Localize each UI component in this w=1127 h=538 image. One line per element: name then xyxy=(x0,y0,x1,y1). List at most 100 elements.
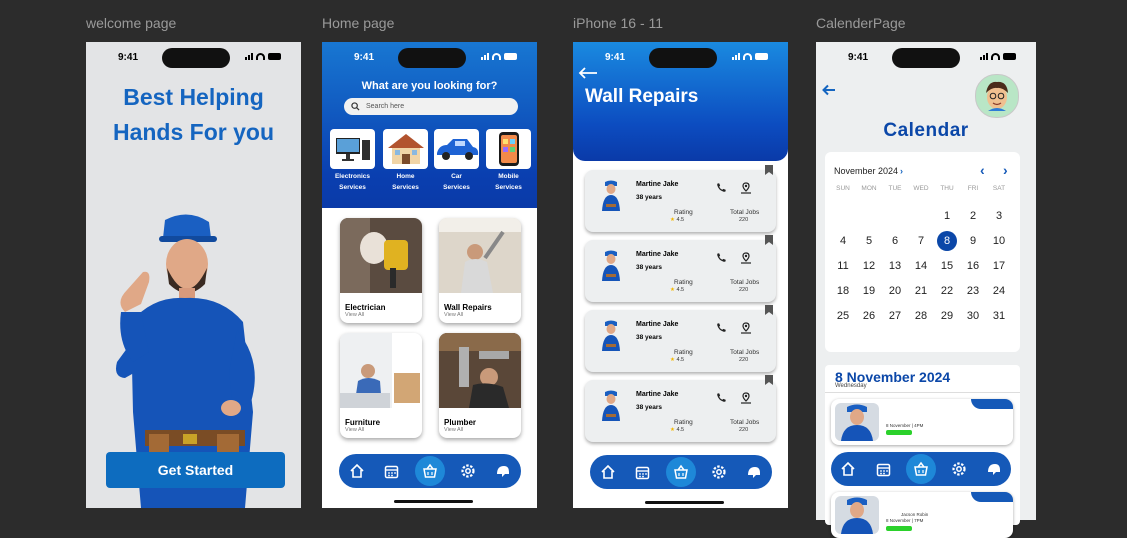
settings-icon[interactable] xyxy=(456,459,480,483)
bookmark-icon[interactable] xyxy=(765,235,773,245)
day-cell[interactable]: 27 xyxy=(882,310,908,322)
worker-card[interactable]: Martine Jake 38 years Rating ★ 4.5 Total Job… xyxy=(585,305,776,372)
day-cell[interactable]: 31 xyxy=(986,310,1012,322)
home-icon[interactable] xyxy=(345,459,369,483)
month-selector[interactable]: November 2024 › xyxy=(834,166,903,176)
day-cell[interactable]: 28 xyxy=(908,310,934,322)
day-cell[interactable]: 2 xyxy=(960,210,986,222)
view-all-link[interactable]: View All xyxy=(345,312,422,318)
day-cell[interactable]: 7 xyxy=(908,235,934,247)
service-card-furniture[interactable]: Furniture View All xyxy=(340,333,422,438)
home-icon[interactable] xyxy=(836,457,860,481)
calendar-widget: November 2024 › ‹ › SUN MON TUE WED THU FRI SAT… xyxy=(825,152,1020,352)
day-cell[interactable]: 5 xyxy=(856,235,882,247)
day-cell[interactable]: 12 xyxy=(856,260,882,272)
weekday-label: SUN xyxy=(836,185,850,192)
basket-icon[interactable] xyxy=(665,457,696,487)
calendar-icon[interactable] xyxy=(631,460,655,484)
get-started-button[interactable]: Get Started xyxy=(106,452,285,488)
day-cell[interactable]: 19 xyxy=(856,285,882,297)
day-cell[interactable]: 3 xyxy=(986,210,1012,222)
phone-icon[interactable] xyxy=(716,182,727,193)
view-all-link[interactable]: View All xyxy=(444,312,521,318)
settings-icon[interactable] xyxy=(707,460,731,484)
category-label-line2: Services xyxy=(495,184,522,191)
worker-card[interactable]: Martine Jake 38 years Rating ★ 4.5 Total Job… xyxy=(585,235,776,302)
helmet-icon[interactable] xyxy=(491,459,515,483)
day-cell[interactable]: 6 xyxy=(882,235,908,247)
basket-icon[interactable] xyxy=(905,454,936,484)
day-cell[interactable]: 21 xyxy=(908,285,934,297)
day-cell[interactable]: 30 xyxy=(960,310,986,322)
event-card[interactable]: Jacson Robin 8 November | 7PM xyxy=(831,492,1013,538)
day-cell[interactable]: 8 xyxy=(937,230,957,251)
page-title: Wall Repairs xyxy=(585,86,699,107)
day-cell[interactable]: 24 xyxy=(986,285,1012,297)
day-cell[interactable]: 20 xyxy=(882,285,908,297)
category-car[interactable]: Car Services xyxy=(434,129,479,193)
day-cell[interactable]: 1 xyxy=(934,210,960,222)
helmet-icon[interactable] xyxy=(742,460,766,484)
electrician-image xyxy=(340,218,422,293)
worker-card[interactable]: Martine Jake 38 years Rating ★ 4.5 Total Job… xyxy=(585,375,776,442)
wall-repairs-screen: 9:41 Wall Repairs Martine Jake 38 years Ra… xyxy=(573,42,788,508)
avatar[interactable] xyxy=(975,74,1019,118)
calendar-icon[interactable] xyxy=(380,459,404,483)
search-input[interactable]: Search here xyxy=(344,98,518,115)
day-cell[interactable]: 17 xyxy=(986,260,1012,272)
rating-number: 4.5 xyxy=(676,357,685,363)
day-cell[interactable]: 10 xyxy=(986,235,1012,247)
day-cell[interactable]: 4 xyxy=(830,235,856,247)
view-all-link[interactable]: View All xyxy=(444,427,521,433)
rating-value: ★ 4.5 xyxy=(670,357,684,363)
location-pin-icon[interactable] xyxy=(740,392,752,404)
day-cell[interactable]: 15 xyxy=(934,260,960,272)
home-question: What are you looking for? xyxy=(361,80,498,92)
day-cell[interactable]: 16 xyxy=(960,260,986,272)
location-pin-icon[interactable] xyxy=(740,182,752,194)
day-cell[interactable]: 25 xyxy=(830,310,856,322)
bookmark-icon[interactable] xyxy=(765,375,773,385)
category-mobile[interactable]: Mobile Services xyxy=(486,129,531,193)
prev-month-button[interactable]: ‹ xyxy=(980,162,985,178)
weekday-label: THU xyxy=(940,185,954,192)
phone-icon[interactable] xyxy=(716,322,727,333)
back-arrow-icon[interactable] xyxy=(578,66,598,80)
day-cell[interactable]: 14 xyxy=(908,260,934,272)
back-arrow-icon[interactable] xyxy=(822,84,836,96)
bookmark-icon[interactable] xyxy=(765,165,773,175)
jobs-label: Total Jobs xyxy=(730,349,760,356)
day-cell[interactable]: 29 xyxy=(934,310,960,322)
day-cell[interactable]: 11 xyxy=(830,260,856,272)
day-cell[interactable]: 9 xyxy=(960,235,986,247)
helmet-icon[interactable] xyxy=(982,457,1006,481)
status-bar: 9:41 xyxy=(816,42,1036,72)
settings-icon[interactable] xyxy=(947,457,971,481)
basket-icon[interactable] xyxy=(414,456,445,486)
battery-icon xyxy=(268,53,281,60)
next-month-button[interactable]: › xyxy=(1003,162,1008,178)
category-home[interactable]: Home Services xyxy=(383,129,428,193)
home-icon[interactable] xyxy=(596,460,620,484)
day-cell[interactable]: 22 xyxy=(934,285,960,297)
day-cell[interactable]: 23 xyxy=(960,285,986,297)
event-card[interactable]: 8 November | 4PM xyxy=(831,399,1013,445)
bottom-nav xyxy=(339,454,521,488)
calendar-icon[interactable] xyxy=(871,457,895,481)
day-cell[interactable]: 13 xyxy=(882,260,908,272)
phone-icon[interactable] xyxy=(716,392,727,403)
location-pin-icon[interactable] xyxy=(740,322,752,334)
category-electronics[interactable]: Electronics Services xyxy=(330,129,375,193)
location-pin-icon[interactable] xyxy=(740,252,752,264)
worker-card[interactable]: Martine Jake 38 years Rating ★ 4.5 Total Job… xyxy=(585,165,776,232)
service-card-wall-repairs[interactable]: Wall Repairs View All xyxy=(439,218,521,323)
bookmark-icon[interactable] xyxy=(765,305,773,315)
service-card-plumber[interactable]: Plumber View All xyxy=(439,333,521,438)
day-cell[interactable]: 18 xyxy=(830,285,856,297)
welcome-title-line2: Hands For you xyxy=(112,119,274,145)
view-all-link[interactable]: View All xyxy=(345,427,422,433)
phone-icon[interactable] xyxy=(716,252,727,263)
service-card-electrician[interactable]: Electrician View All xyxy=(340,218,422,323)
house-image xyxy=(383,129,428,169)
day-cell[interactable]: 26 xyxy=(856,310,882,322)
